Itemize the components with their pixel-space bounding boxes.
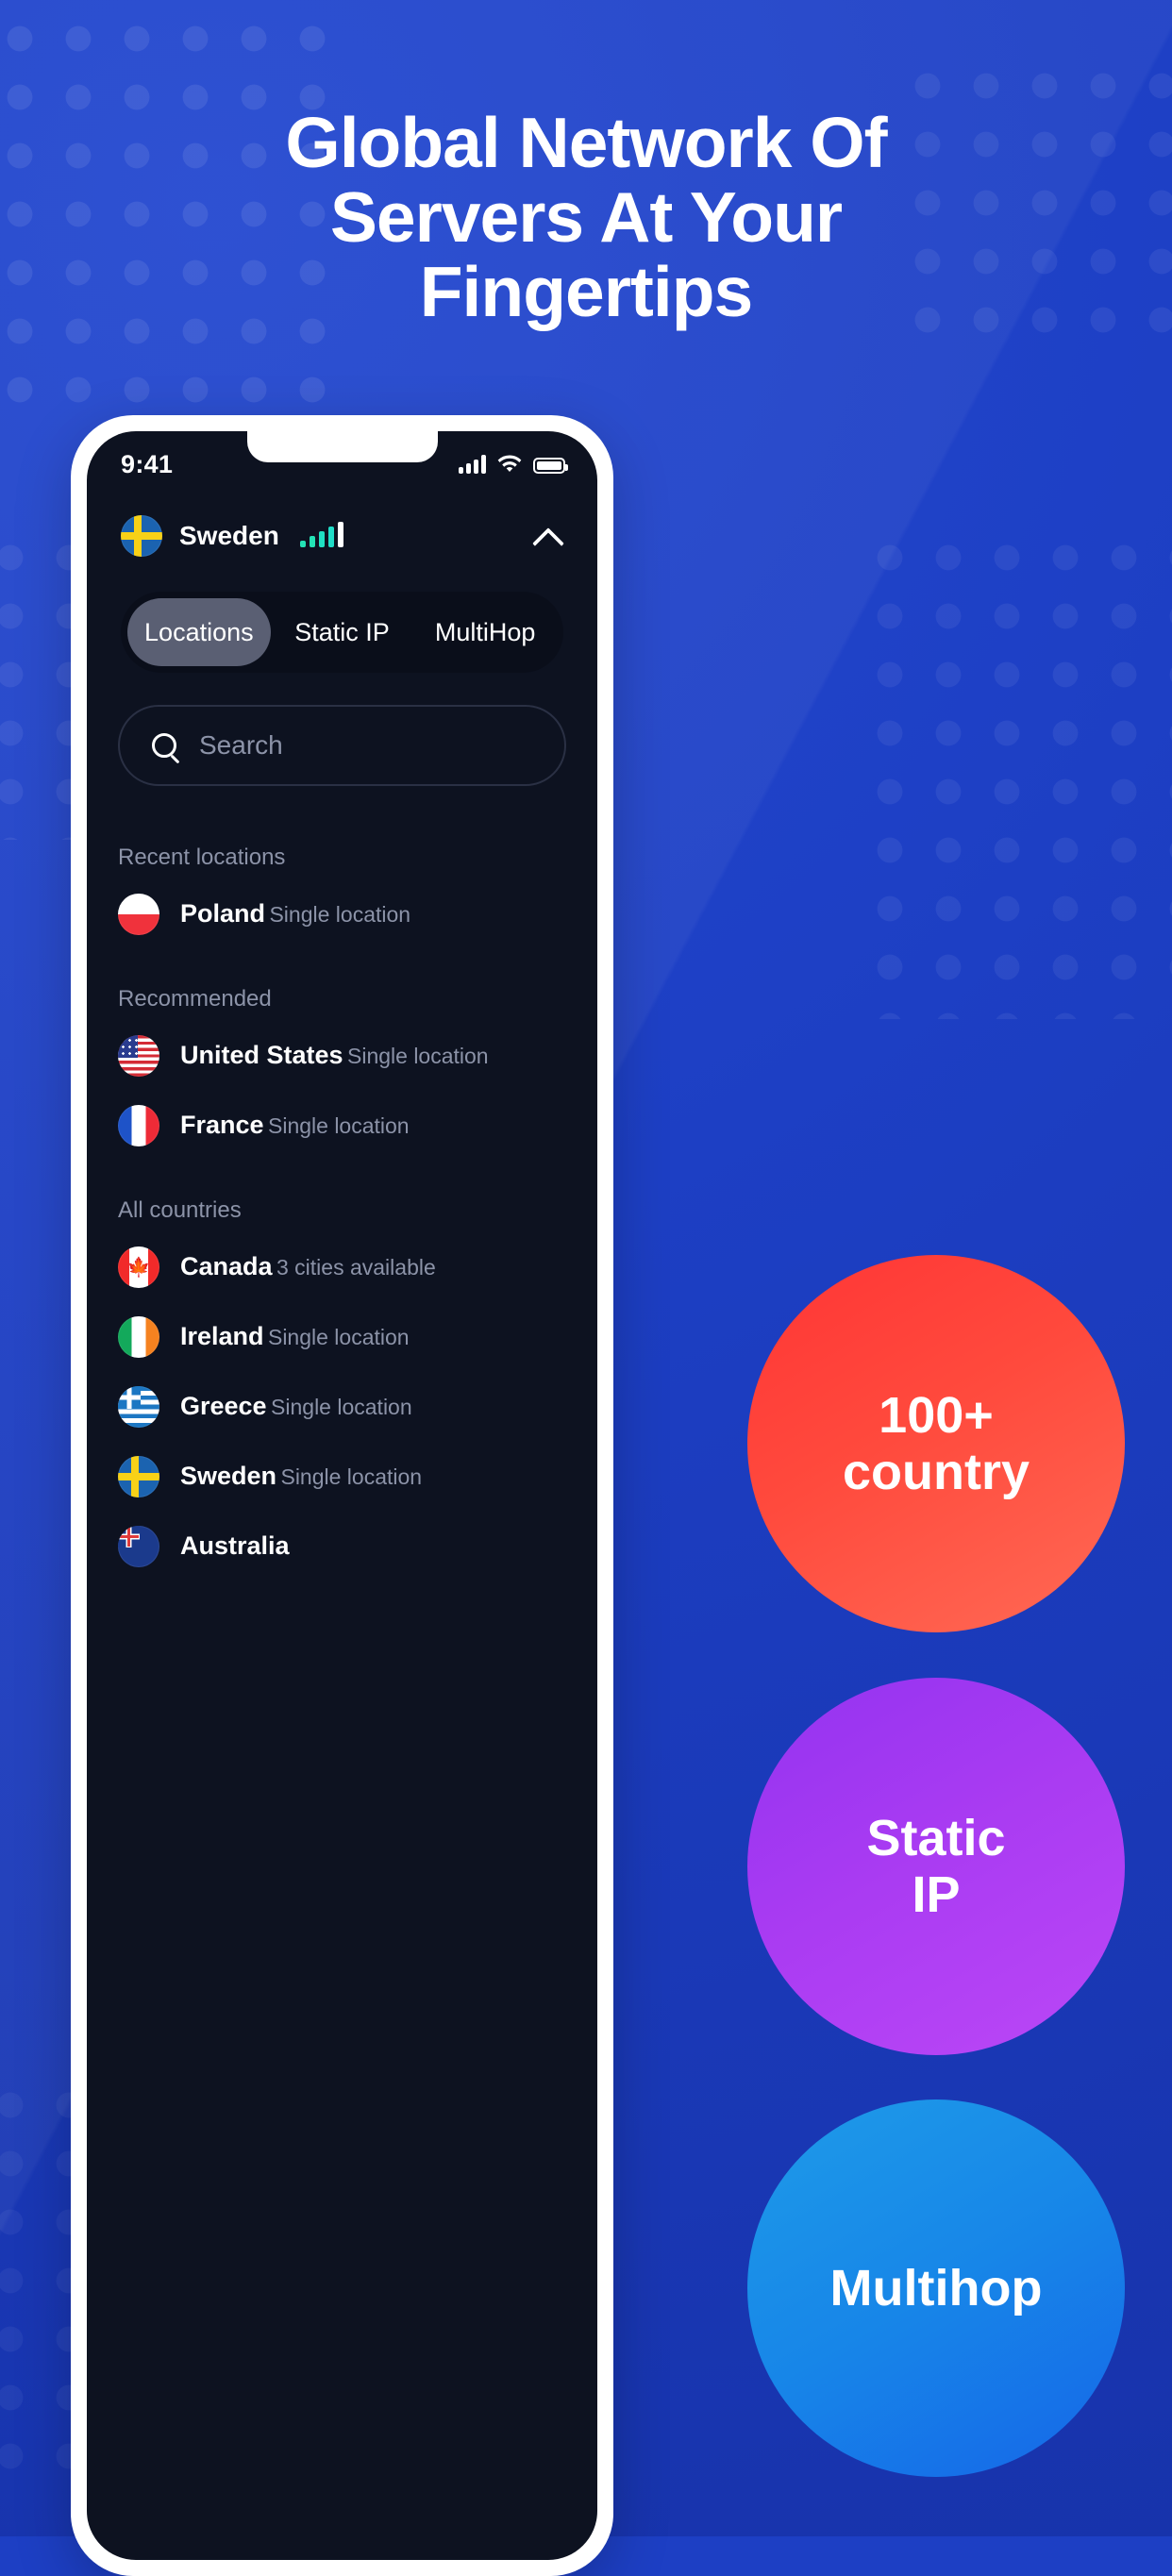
flag-sweden-icon <box>118 1456 159 1497</box>
location-sub: Single location <box>269 902 411 928</box>
tab-bar: Locations Static IP MultiHop <box>121 592 563 673</box>
status-time: 9:41 <box>121 449 174 478</box>
location-name: Australia <box>180 1531 290 1561</box>
dot-pattern-mid-right <box>861 528 1172 1019</box>
location-name: Sweden <box>180 1462 277 1491</box>
flag-united-states-icon <box>118 1035 159 1077</box>
location-sub: Single location <box>267 1325 410 1350</box>
list-item[interactable]: Poland Single location <box>118 880 566 950</box>
location-name: Ireland <box>180 1322 264 1351</box>
tab-static-ip[interactable]: Static IP <box>271 598 414 666</box>
list-item[interactable]: Canada 3 cities available <box>118 1233 566 1303</box>
headline-line-2: Servers At Your <box>329 176 843 257</box>
badge-line-2: country <box>842 1444 1030 1500</box>
connection-strength-icon <box>299 522 343 547</box>
location-name: United States <box>180 1041 343 1070</box>
badge-line-1: 100+ <box>879 1386 994 1444</box>
wifi-icon <box>497 455 522 474</box>
list-item[interactable]: Sweden Single location <box>118 1443 566 1513</box>
flag-sweden-icon <box>121 515 162 557</box>
list-item[interactable]: Greece Single location <box>118 1373 566 1443</box>
status-icon-group <box>459 455 568 474</box>
tab-multihop[interactable]: MultiHop <box>413 598 557 666</box>
badge-static-ip: Static IP <box>747 1678 1125 2055</box>
list-item[interactable]: Ireland Single location <box>118 1303 566 1373</box>
tab-locations[interactable]: Locations <box>127 598 271 666</box>
list-item[interactable]: France Single location <box>118 1092 566 1162</box>
list-item[interactable]: Australia <box>118 1513 566 1582</box>
section-title-all-countries: All countries <box>118 1197 242 1223</box>
list-item[interactable]: United States Single location <box>118 1022 566 1092</box>
badge-line-1: Static <box>866 1809 1006 1866</box>
flag-ireland-icon <box>118 1316 159 1358</box>
badge-line-2: IP <box>912 1866 961 1923</box>
badge-multihop: Multihop <box>747 2099 1125 2477</box>
phone-screen: 9:41 Sweden Locations Static IP MultiHop… <box>87 431 597 2560</box>
battery-full-icon <box>533 458 568 474</box>
section-title-recommended: Recommended <box>118 986 272 1012</box>
flag-canada-icon <box>118 1246 159 1288</box>
flag-france-icon <box>118 1105 159 1146</box>
location-sub: 3 cities available <box>276 1255 436 1280</box>
phone-mockup: 9:41 Sweden Locations Static IP MultiHop… <box>71 415 613 2576</box>
location-sub: Single location <box>280 1464 423 1490</box>
header-country-label: Sweden <box>179 521 279 550</box>
location-name: Greece <box>180 1392 267 1421</box>
section-title-recent: Recent locations <box>118 845 286 870</box>
location-name: Canada <box>180 1252 273 1281</box>
location-sub: Single location <box>347 1044 489 1069</box>
flag-greece-icon <box>118 1386 159 1428</box>
location-name: France <box>180 1111 264 1140</box>
headline-line-3: Fingertips <box>419 251 754 331</box>
badge-100-plus-country: 100+ country <box>747 1255 1125 1632</box>
flag-australia-icon <box>118 1526 159 1567</box>
cellular-bars-icon <box>459 455 486 474</box>
location-list[interactable]: Recent locations Poland Single location … <box>87 809 597 2560</box>
phone-notch <box>246 431 438 462</box>
headline-line-1: Global Network Of <box>285 103 887 182</box>
search-field[interactable]: Search <box>118 705 566 786</box>
chevron-up-icon[interactable] <box>533 521 563 551</box>
badge-line-1: Multihop <box>829 2259 1043 2317</box>
location-sub: Single location <box>268 1113 410 1139</box>
location-name: Poland <box>180 899 266 928</box>
search-icon <box>152 733 176 758</box>
promo-headline: Global Network Of Servers At Your Finger… <box>0 106 1172 328</box>
search-placeholder: Search <box>199 730 283 760</box>
flag-poland-icon <box>118 894 159 935</box>
vpn-current-location-header[interactable]: Sweden <box>87 499 597 573</box>
location-sub: Single location <box>271 1395 412 1420</box>
